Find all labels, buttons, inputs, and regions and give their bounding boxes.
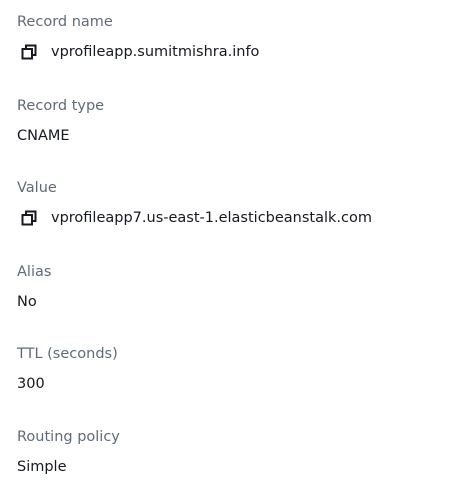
ttl-field: TTL (seconds) 300 [17,344,118,394]
record-name-value: vprofileapp.sumitmishra.info [51,44,260,60]
routing-policy-value: Simple [17,459,67,475]
record-name-field: Record name vprofileapp.sumitmishra.info [17,12,259,62]
ttl-label: TTL (seconds) [17,346,118,362]
alias-label: Alias [17,264,52,280]
value-label: Value [17,180,57,196]
alias-value: No [17,294,37,310]
copy-icon [21,210,37,226]
value-field: Value vprofileapp7.us-east-1.elasticbean… [17,178,372,228]
record-type-field: Record type CNAME [17,96,104,146]
value-value-row: vprofileapp7.us-east-1.elasticbeanstalk.… [17,208,372,228]
alias-field: Alias No [17,262,51,312]
record-name-label: Record name [17,14,113,30]
record-name-value-row: vprofileapp.sumitmishra.info [17,42,259,62]
ttl-value: 300 [17,376,45,392]
value-value: vprofileapp7.us-east-1.elasticbeanstalk.… [51,210,373,226]
record-type-value: CNAME [17,128,70,144]
record-type-label: Record type [17,98,105,114]
copy-record-name-button[interactable] [19,42,39,62]
routing-policy-field: Routing policy Simple [17,427,120,477]
copy-value-button[interactable] [19,208,39,228]
copy-icon [21,44,37,60]
routing-policy-label: Routing policy [17,429,120,445]
